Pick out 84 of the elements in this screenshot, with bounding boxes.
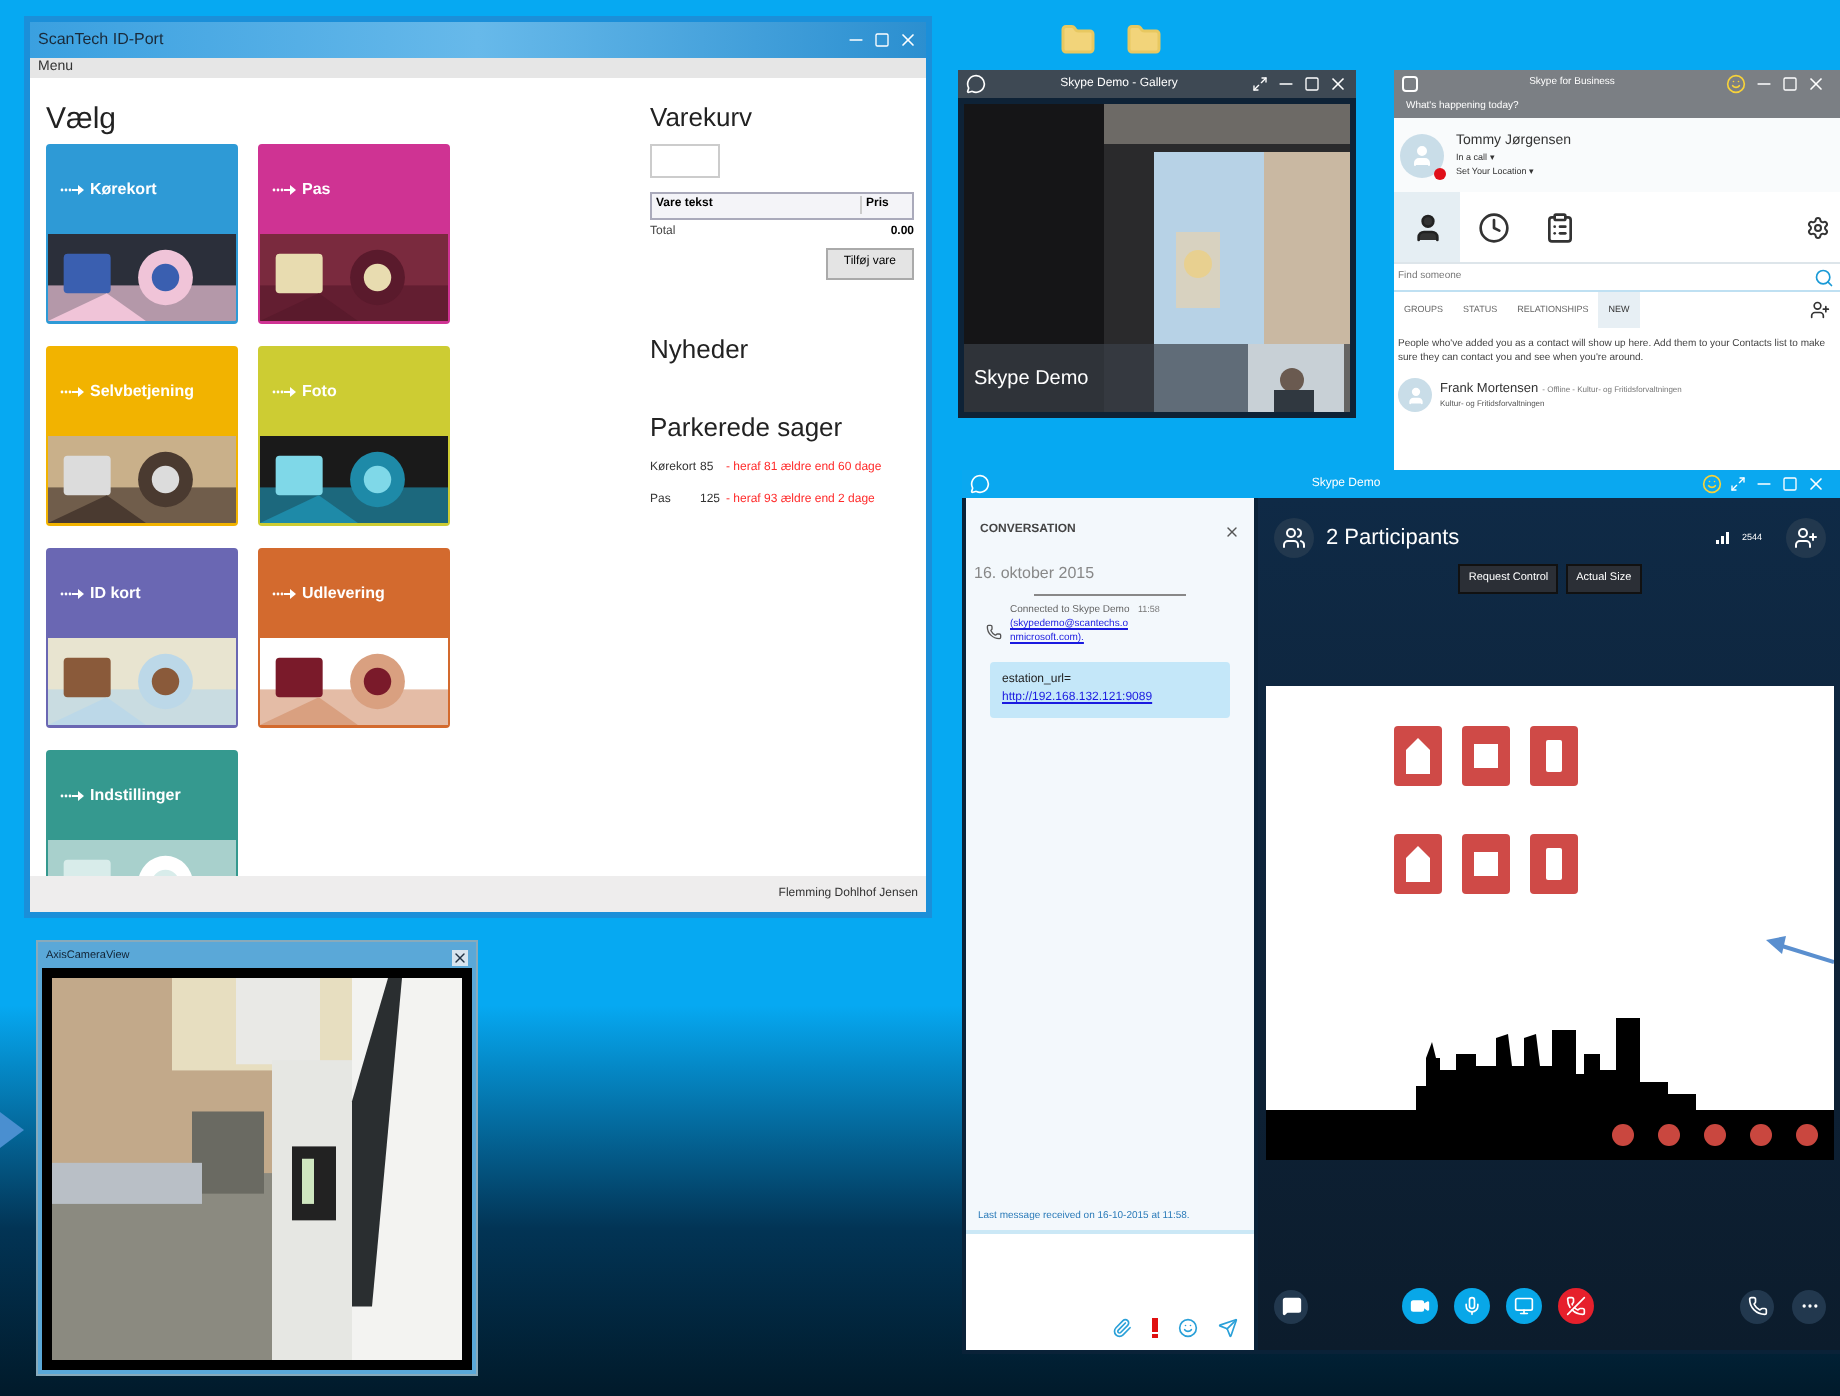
microphone-button[interactable] xyxy=(1454,1288,1490,1324)
app-tile-icon[interactable] xyxy=(1530,726,1578,786)
menu-tile[interactable]: Udlevering xyxy=(258,547,450,727)
exclamation-icon[interactable] xyxy=(1152,1318,1158,1338)
meetings-icon xyxy=(1543,211,1575,243)
signal-icon xyxy=(1715,532,1730,544)
screen-share-button[interactable] xyxy=(1506,1288,1542,1324)
tile-label: Kørekort xyxy=(90,177,157,202)
hang-up-button[interactable] xyxy=(1558,1288,1594,1324)
phone-icon xyxy=(1747,1296,1767,1316)
clock-icon xyxy=(1477,211,1509,243)
more-button[interactable] xyxy=(1792,1289,1826,1323)
app-tile-icon[interactable] xyxy=(1394,834,1442,894)
app-logo-icon xyxy=(1402,75,1418,91)
video-camera-icon xyxy=(1410,1296,1430,1316)
dotted-arrow-icon xyxy=(272,587,296,600)
call-controls-button[interactable] xyxy=(1740,1289,1774,1323)
tile-label: Udlevering xyxy=(302,581,385,606)
window-title: ScanTech ID-Port xyxy=(38,28,164,52)
participants-title: 2 Participants xyxy=(1326,523,1462,554)
chat-button[interactable] xyxy=(1274,1289,1308,1323)
search-icon[interactable] xyxy=(1814,267,1834,287)
dotted-arrow-icon xyxy=(60,587,84,600)
round-button-icon[interactable] xyxy=(1612,1124,1634,1146)
avatar xyxy=(1400,133,1444,177)
chat-icon xyxy=(1281,1296,1301,1316)
section-heading: Nyheder xyxy=(650,331,751,368)
app-tile-icon[interactable] xyxy=(1394,726,1442,786)
message-input[interactable] xyxy=(966,1230,1254,1350)
dotted-arrow-icon xyxy=(60,789,84,802)
smiley-icon xyxy=(1702,474,1722,494)
maximize-icon[interactable] xyxy=(874,32,890,48)
close-icon[interactable] xyxy=(1224,523,1240,539)
tile-label: Foto xyxy=(302,379,337,404)
add-participant-button[interactable] xyxy=(1786,518,1826,558)
dotted-arrow-icon xyxy=(60,385,84,398)
dotted-arrow-icon xyxy=(272,385,296,398)
round-button-icon[interactable] xyxy=(1658,1124,1680,1146)
tile-label: ID kort xyxy=(90,581,141,606)
maximize-icon[interactable] xyxy=(1304,76,1320,92)
maximize-icon[interactable] xyxy=(1782,75,1798,91)
fullscreen-icon[interactable] xyxy=(1252,76,1268,92)
add-contact-icon[interactable] xyxy=(1810,300,1830,320)
menu-tile[interactable]: Indstillinger xyxy=(46,749,238,876)
smiley-icon xyxy=(1726,73,1746,93)
monitor-icon xyxy=(1514,1296,1534,1316)
people-icon xyxy=(1282,526,1306,550)
video-caption: Skype Demo xyxy=(974,366,1089,394)
menu-tile[interactable]: ID kort xyxy=(46,547,238,727)
arrow-icon xyxy=(0,1112,24,1148)
settings-icon[interactable] xyxy=(1806,215,1830,239)
add-person-icon xyxy=(1794,526,1818,550)
send-icon[interactable] xyxy=(1218,1318,1238,1338)
menu-tile[interactable]: Pas xyxy=(258,143,450,323)
nav-tab[interactable] xyxy=(1394,192,1460,262)
app-tile-icon[interactable] xyxy=(1530,834,1578,894)
video-button[interactable] xyxy=(1402,1288,1438,1324)
input-field[interactable] xyxy=(650,143,720,177)
attach-icon[interactable] xyxy=(1112,1318,1132,1338)
tile-label: Selvbetjening xyxy=(90,379,195,404)
microphone-icon xyxy=(1462,1296,1482,1316)
section-heading: Varekurv xyxy=(650,100,755,136)
section-heading: Parkerede sager xyxy=(650,410,845,446)
close-icon[interactable] xyxy=(452,949,468,965)
smiley-icon[interactable] xyxy=(1178,1318,1198,1338)
participants-button[interactable] xyxy=(1274,518,1314,558)
contacts-icon xyxy=(1411,211,1443,243)
round-button-icon[interactable] xyxy=(1750,1124,1772,1146)
hang-up-icon xyxy=(1566,1296,1586,1316)
conversation-date: 16. oktober 2015 xyxy=(972,562,1097,586)
round-button-icon[interactable] xyxy=(1704,1124,1726,1146)
close-icon[interactable] xyxy=(1328,74,1348,94)
round-button-icon[interactable] xyxy=(1796,1124,1818,1146)
arrow-icon xyxy=(1766,934,1834,966)
app-tile-icon[interactable] xyxy=(1462,726,1510,786)
dotted-arrow-icon xyxy=(60,183,84,196)
phone-icon xyxy=(986,624,1002,640)
dotted-arrow-icon xyxy=(272,183,296,196)
tile-label: Pas xyxy=(302,177,331,202)
section-heading: Vælg xyxy=(46,100,119,140)
app-tile-icon[interactable] xyxy=(1462,834,1510,894)
chat-bubble-icon xyxy=(966,74,986,94)
tile-label: Indstillinger xyxy=(90,783,181,808)
chat-bubble-icon xyxy=(970,474,990,494)
